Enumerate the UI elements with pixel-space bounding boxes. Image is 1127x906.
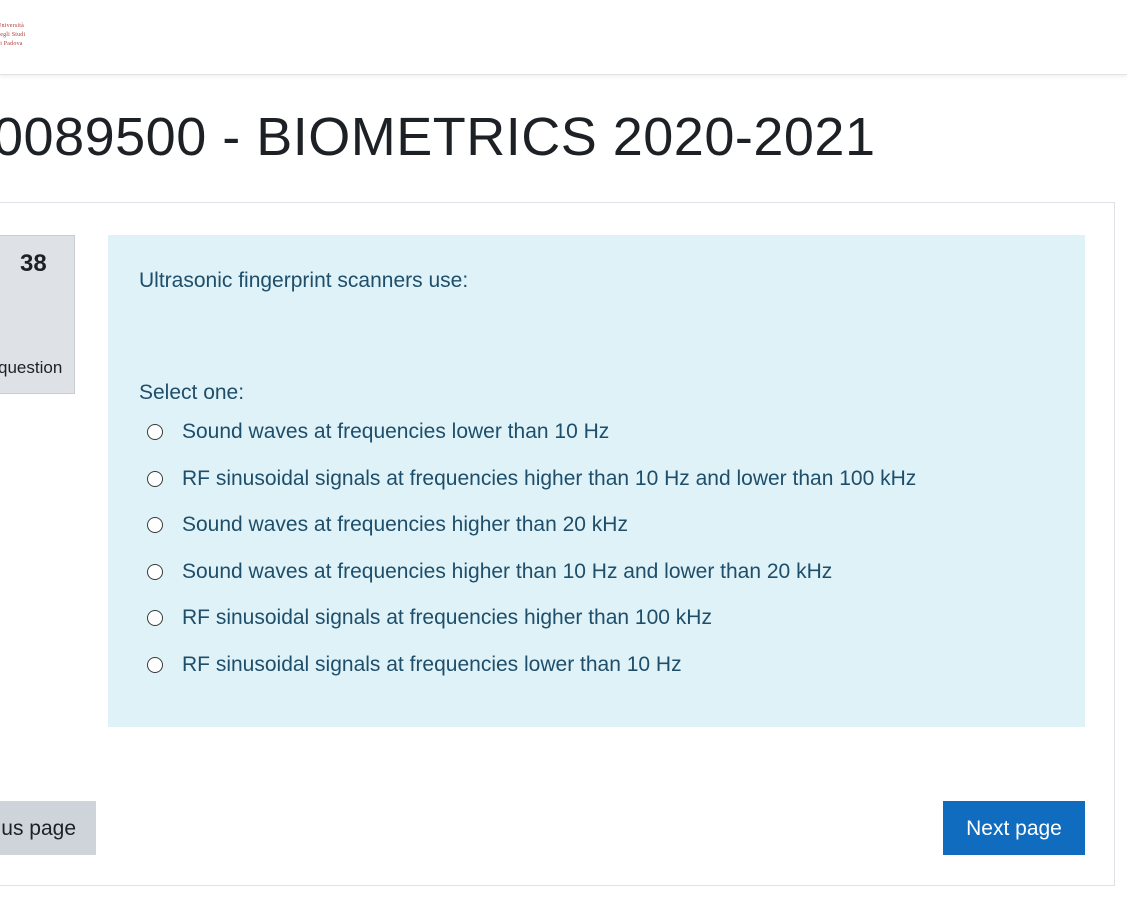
question-text: Ultrasonic fingerprint scanners use: bbox=[139, 269, 469, 292]
logo-line-3: di Padova bbox=[0, 41, 23, 47]
question-number: 38 bbox=[20, 250, 47, 277]
radio-button[interactable] bbox=[147, 517, 163, 533]
radio-button[interactable] bbox=[147, 471, 163, 487]
radio-button[interactable] bbox=[147, 424, 163, 440]
answer-label[interactable]: RF sinusoidal signals at frequencies hig… bbox=[182, 467, 916, 491]
page-title: 0089500 - BIOMETRICS 2020-2021 bbox=[0, 107, 876, 167]
top-navbar: Università degli Studi di Padova bbox=[0, 0, 1127, 75]
next-page-button[interactable]: Next page bbox=[943, 801, 1085, 855]
radio-button[interactable] bbox=[147, 564, 163, 580]
answer-option[interactable]: Sound waves at frequencies lower than 10… bbox=[147, 420, 609, 444]
answer-label[interactable]: Sound waves at frequencies lower than 10… bbox=[182, 420, 609, 444]
previous-page-button[interactable]: us page bbox=[0, 801, 96, 855]
flag-question-link[interactable]: question bbox=[0, 358, 62, 378]
logo-line-1: Università bbox=[0, 23, 24, 29]
answer-option[interactable]: Sound waves at frequencies higher than 2… bbox=[147, 513, 628, 537]
logo-line-2: degli Studi bbox=[0, 32, 26, 38]
answer-label[interactable]: RF sinusoidal signals at frequencies hig… bbox=[182, 606, 712, 630]
select-one-prompt: Select one: bbox=[139, 381, 245, 404]
university-logo[interactable]: Università degli Studi di Padova bbox=[0, 22, 40, 54]
answer-label[interactable]: RF sinusoidal signals at frequencies low… bbox=[182, 653, 682, 677]
answer-option[interactable]: RF sinusoidal signals at frequencies hig… bbox=[147, 606, 712, 630]
radio-button[interactable] bbox=[147, 657, 163, 673]
radio-button[interactable] bbox=[147, 610, 163, 626]
answer-option[interactable]: Sound waves at frequencies higher than 1… bbox=[147, 560, 832, 584]
answer-label[interactable]: Sound waves at frequencies higher than 2… bbox=[182, 513, 628, 537]
answer-option[interactable]: RF sinusoidal signals at frequencies hig… bbox=[147, 467, 916, 491]
answer-label[interactable]: Sound waves at frequencies higher than 1… bbox=[182, 560, 832, 584]
answer-option[interactable]: RF sinusoidal signals at frequencies low… bbox=[147, 653, 682, 677]
